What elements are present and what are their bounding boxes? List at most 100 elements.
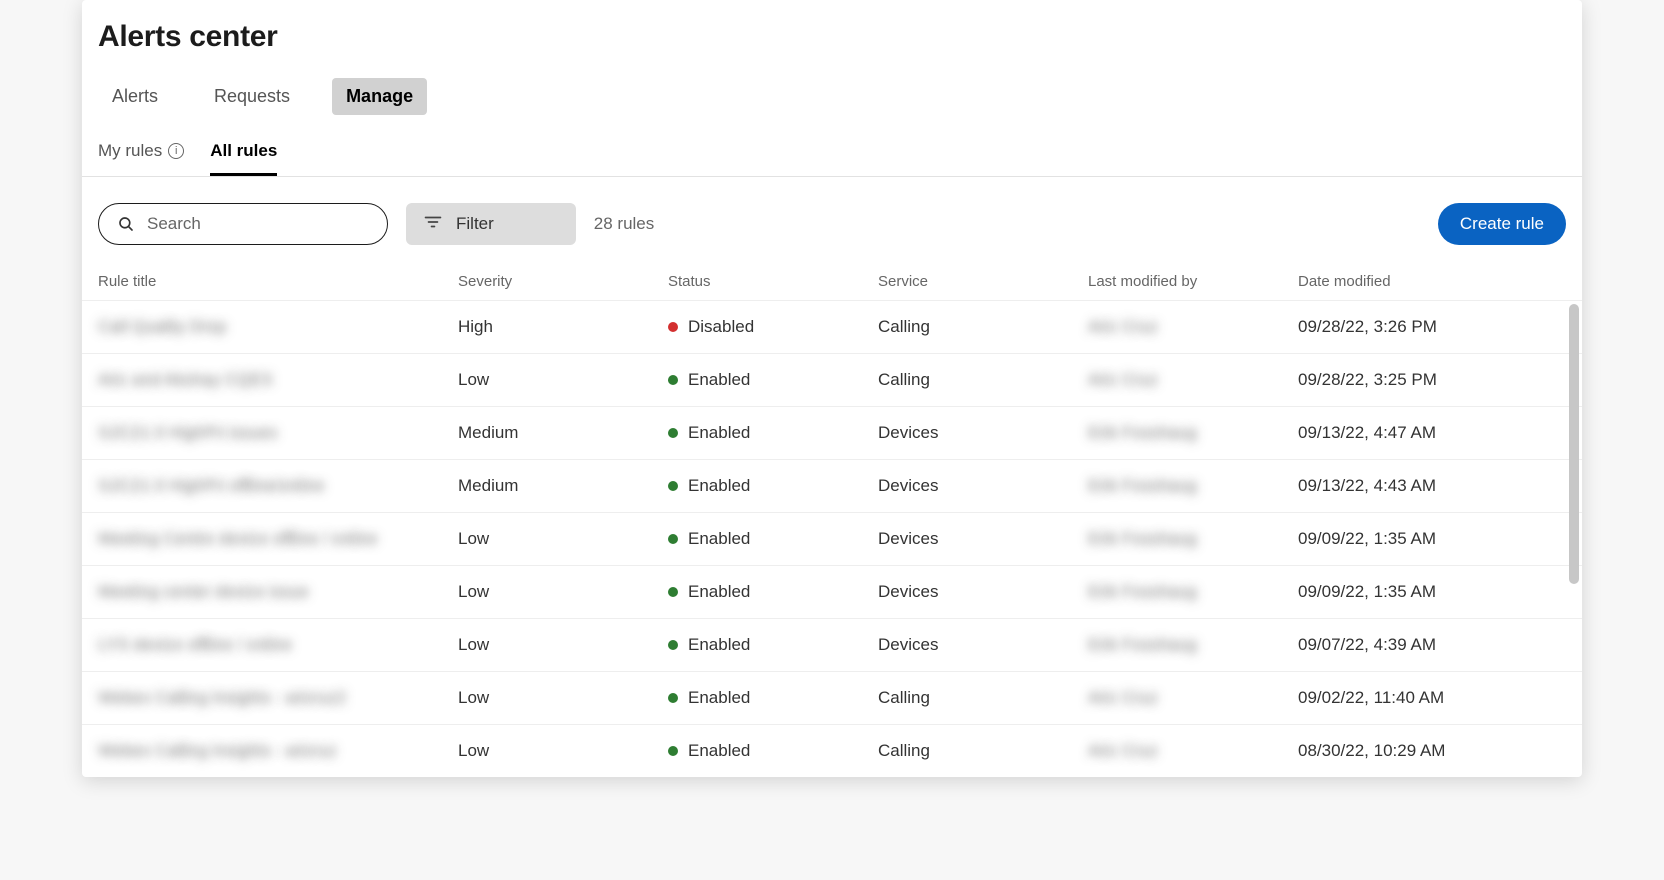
scrollbar[interactable] xyxy=(1569,304,1579,584)
rules-table: Rule title Severity Status Service Last … xyxy=(82,263,1582,777)
search-container[interactable] xyxy=(98,203,388,245)
cell-rule-title: Meeting center device issue xyxy=(98,582,458,602)
page-title: Alerts center xyxy=(98,20,1566,54)
primary-tabs: Alerts Requests Manage xyxy=(98,78,1566,115)
cell-severity: Low xyxy=(458,370,668,390)
subtab-all-rules-label: All rules xyxy=(210,141,277,161)
cell-rule-title: SJC21-3 HighPri offline/online xyxy=(98,476,458,496)
table-row[interactable]: Webex Calling Insights - aricruz2LowEnab… xyxy=(82,671,1582,724)
col-date-modified[interactable]: Date modified xyxy=(1298,273,1546,290)
cell-date-modified: 09/28/22, 3:26 PM xyxy=(1298,317,1546,337)
cell-date-modified: 09/09/22, 1:35 AM xyxy=(1298,529,1546,549)
tab-requests[interactable]: Requests xyxy=(200,78,304,115)
status-dot-icon xyxy=(668,534,678,544)
cell-service: Devices xyxy=(878,582,1088,602)
table-row[interactable]: Aric and Akshay CQESLow Enabled CallingAri… xyxy=(82,353,1582,406)
subtab-all-rules[interactable]: All rules xyxy=(210,133,277,176)
cell-status: Enabled xyxy=(668,635,878,655)
status-text: Enabled xyxy=(688,529,750,549)
cell-severity: Medium xyxy=(458,476,668,496)
status-text: Enabled xyxy=(688,423,750,443)
status-text: Disabled xyxy=(688,317,754,337)
table-body: Call Quality DropHighDisabledCallingAric… xyxy=(82,300,1582,777)
cell-service: Calling xyxy=(878,370,1088,390)
cell-rule-title: Aric and Akshay CQES xyxy=(98,370,458,390)
info-icon[interactable]: i xyxy=(168,143,184,159)
cell-modified-by: Aric Cruz xyxy=(1088,370,1298,390)
status-dot-icon xyxy=(668,746,678,756)
secondary-tabs: My rules i All rules xyxy=(82,133,1582,177)
filter-button[interactable]: Filter xyxy=(406,203,576,245)
table-row[interactable]: Webex Calling Insights - aricruzLowEnabl… xyxy=(82,724,1582,777)
cell-severity: High xyxy=(458,317,668,337)
filter-label: Filter xyxy=(456,214,494,234)
create-rule-button[interactable]: Create rule xyxy=(1438,203,1566,245)
status-text: Enabled xyxy=(688,688,750,708)
cell-severity: Medium xyxy=(458,423,668,443)
search-input[interactable] xyxy=(145,213,369,235)
subtab-my-rules[interactable]: My rules i xyxy=(98,133,184,176)
status-dot-icon xyxy=(668,428,678,438)
cell-service: Devices xyxy=(878,476,1088,496)
cell-modified-by: Erik Fosshaug xyxy=(1088,529,1298,549)
cell-severity: Low xyxy=(458,582,668,602)
cell-date-modified: 08/30/22, 10:29 AM xyxy=(1298,741,1546,761)
status-dot-icon xyxy=(668,693,678,703)
status-dot-icon xyxy=(668,322,678,332)
search-icon xyxy=(117,215,135,233)
cell-rule-title: LYS device offline / online xyxy=(98,635,458,655)
table-row[interactable]: Meeting Centre device offline / onlineLo… xyxy=(82,512,1582,565)
cell-modified-by: Aric Cruz xyxy=(1088,688,1298,708)
cell-rule-title: SJC21-3 HighPri issues xyxy=(98,423,458,443)
cell-date-modified: 09/28/22, 3:25 PM xyxy=(1298,370,1546,390)
subtab-my-rules-label: My rules xyxy=(98,141,162,161)
status-text: Enabled xyxy=(688,370,750,390)
cell-status: Disabled xyxy=(668,317,878,337)
alerts-center-card: Alerts center Alerts Requests Manage My … xyxy=(82,0,1582,777)
table-header: Rule title Severity Status Service Last … xyxy=(82,263,1582,300)
cell-status: Enabled xyxy=(668,423,878,443)
cell-status: Enabled xyxy=(668,688,878,708)
cell-modified-by: Erik Fosshaug xyxy=(1088,582,1298,602)
cell-severity: Low xyxy=(458,529,668,549)
status-dot-icon xyxy=(668,587,678,597)
table-row[interactable]: Call Quality DropHigh Disabled CallingAric… xyxy=(82,300,1582,353)
cell-service: Calling xyxy=(878,741,1088,761)
cell-service: Devices xyxy=(878,529,1088,549)
status-dot-icon xyxy=(668,640,678,650)
col-rule-title[interactable]: Rule title xyxy=(98,273,458,290)
cell-status: Enabled xyxy=(668,582,878,602)
table-row[interactable]: SJC21-3 HighPri issuesMedium Enabled Devic… xyxy=(82,406,1582,459)
cell-modified-by: Erik Fosshaug xyxy=(1088,423,1298,443)
cell-status: Enabled xyxy=(668,529,878,549)
status-text: Enabled xyxy=(688,741,750,761)
col-severity[interactable]: Severity xyxy=(458,273,668,290)
tab-manage[interactable]: Manage xyxy=(332,78,427,115)
col-last-modified-by[interactable]: Last modified by xyxy=(1088,273,1298,290)
table-row[interactable]: SJC21-3 HighPri offline/onlineMedium Enab… xyxy=(82,459,1582,512)
tab-alerts[interactable]: Alerts xyxy=(98,78,172,115)
cell-rule-title: Call Quality Drop xyxy=(98,317,458,337)
cell-modified-by: Aric Cruz xyxy=(1088,741,1298,761)
table-row[interactable]: Meeting center device issueLow Enabled Dev… xyxy=(82,565,1582,618)
rule-count: 28 rules xyxy=(594,214,654,234)
cell-date-modified: 09/02/22, 11:40 AM xyxy=(1298,688,1546,708)
status-text: Enabled xyxy=(688,635,750,655)
col-status[interactable]: Status xyxy=(668,273,878,290)
cell-service: Devices xyxy=(878,423,1088,443)
cell-modified-by: Aric Cruz xyxy=(1088,317,1298,337)
cell-service: Calling xyxy=(878,317,1088,337)
cell-rule-title: Meeting Centre device offline / online xyxy=(98,529,458,549)
cell-rule-title: Webex Calling Insights - aricruz2 xyxy=(98,688,458,708)
status-text: Enabled xyxy=(688,582,750,602)
status-text: Enabled xyxy=(688,476,750,496)
cell-status: Enabled xyxy=(668,741,878,761)
col-service[interactable]: Service xyxy=(878,273,1088,290)
status-dot-icon xyxy=(668,375,678,385)
cell-modified-by: Erik Fosshaug xyxy=(1088,635,1298,655)
cell-severity: Low xyxy=(458,635,668,655)
cell-modified-by: Erik Fosshaug xyxy=(1088,476,1298,496)
status-dot-icon xyxy=(668,481,678,491)
table-row[interactable]: LYS device offline / onlineLowEnabledDev… xyxy=(82,618,1582,671)
filter-icon xyxy=(424,214,442,234)
